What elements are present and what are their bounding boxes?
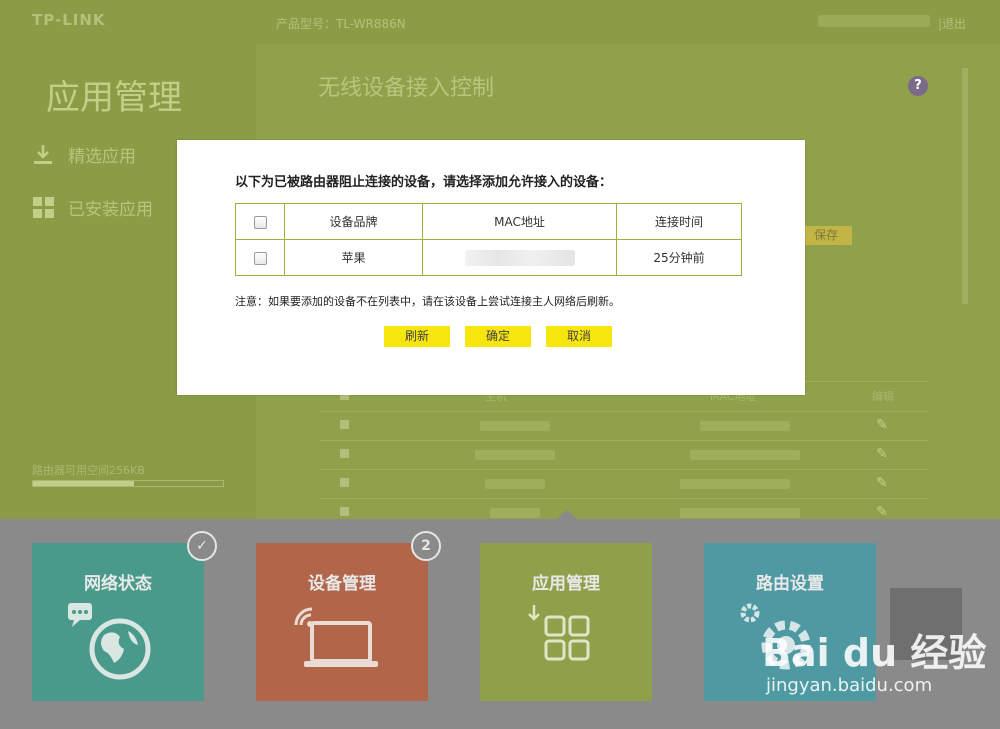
table-row: ✎ [320, 411, 928, 441]
sidebar-item-label: 精选应用 [68, 146, 136, 167]
apps-grid-icon [32, 196, 54, 218]
column-header-connect-time: 连接时间 [616, 203, 742, 240]
tile-app-management[interactable]: 应用管理 [480, 543, 652, 701]
mac-blurred [700, 421, 790, 431]
row-checkbox[interactable] [340, 507, 349, 516]
logout-link[interactable]: |退出 [938, 15, 966, 32]
mac-blurred [464, 249, 575, 266]
sidebar-item-installed-apps[interactable]: 已安装应用 [32, 193, 153, 221]
mac-blurred [680, 508, 800, 518]
table-row: ✎ [320, 440, 928, 470]
table-header-row: 设备品牌 MAC地址 连接时间 [235, 203, 742, 240]
blocked-devices-dialog: 以下为已被路由器阻止连接的设备，请选择添加允许接入的设备： 设备品牌 MAC地址… [177, 140, 805, 395]
storage-label: 路由器可用空间256KB [32, 464, 145, 477]
device-mac [422, 239, 617, 276]
mac-blurred [680, 479, 790, 489]
dialog-title: 以下为已被路由器阻止连接的设备，请选择添加允许接入的设备： [235, 175, 613, 190]
row-checkbox[interactable] [340, 420, 349, 429]
status-ok-badge: ✓ [187, 531, 217, 561]
sidebar-title: 应用管理 [46, 78, 182, 118]
edit-icon[interactable]: ✎ [876, 417, 888, 433]
select-all-cell [235, 203, 285, 240]
sidebar-item-featured-apps[interactable]: 精选应用 [32, 140, 136, 168]
help-icon[interactable]: ? [908, 76, 928, 96]
tile-network-status[interactable]: 网络状态 ✓ [32, 531, 217, 701]
refresh-button[interactable]: 刷新 [384, 326, 450, 347]
host-blurred [490, 508, 540, 518]
host-blurred [480, 421, 550, 431]
storage-bar-fill [33, 481, 134, 486]
device-connect-time: 25分钟前 [616, 239, 742, 276]
column-header-mac: MAC地址 [422, 203, 617, 240]
edit-icon[interactable]: ✎ [876, 446, 888, 462]
storage-bar [32, 480, 224, 487]
device-brand: 苹果 [284, 239, 423, 276]
user-info-blurred [818, 15, 930, 27]
sidebar-item-label: 已安装应用 [68, 199, 153, 220]
row-select-cell [235, 239, 285, 276]
globe-chat-icon [68, 603, 151, 680]
row-checkbox[interactable] [340, 478, 349, 487]
tile-device-management[interactable]: 设备管理 2 [256, 531, 441, 701]
column-header-brand: 设备品牌 [284, 203, 423, 240]
watermark-url: jingyan.baidu.com [766, 675, 933, 696]
page-title: 无线设备接入控制 [318, 76, 495, 101]
allowed-devices-table: 主机 MAC地址 编辑 ✎ ✎ ✎ ✎ [320, 381, 928, 528]
dialog-note: 注意：如果要添加的设备不在列表中，请在该设备上尝试连接主人网络后刷新。 [235, 295, 620, 308]
host-blurred [485, 479, 545, 489]
scrollbar[interactable] [962, 68, 968, 304]
tile-label: 网络状态 [84, 574, 152, 594]
tplink-logo: TP-LINK [32, 11, 106, 29]
watermark-brand: Bai du 经验 [762, 631, 987, 675]
tile-label: 设备管理 [308, 574, 376, 594]
select-all-checkbox[interactable] [253, 215, 267, 229]
logout-label[interactable]: 退出 [942, 17, 966, 31]
confirm-button[interactable]: 确定 [465, 326, 531, 347]
row-checkbox[interactable] [253, 251, 267, 265]
product-model-label: 产品型号：TL-WR886N [276, 17, 406, 31]
apps-download-icon [528, 605, 590, 661]
host-blurred [475, 450, 555, 460]
device-count-badge: 2 [411, 531, 441, 561]
baidu-jingyan-watermark: Bai du 经验 jingyan.baidu.com [762, 622, 986, 696]
table-row[interactable]: 苹果 25分钟前 [235, 239, 742, 276]
laptop-wifi-icon [294, 607, 378, 667]
tile-label: 路由设置 [756, 574, 824, 594]
blocked-devices-table: 设备品牌 MAC地址 连接时间 苹果 25分钟前 [235, 203, 742, 276]
table-row: ✎ [320, 469, 928, 499]
save-button[interactable]: 保存 [800, 226, 852, 245]
edit-icon[interactable]: ✎ [876, 504, 888, 520]
row-checkbox[interactable] [340, 449, 349, 458]
tile-label: 应用管理 [532, 574, 600, 594]
edit-icon[interactable]: ✎ [876, 475, 888, 491]
column-header-edit: 编辑 [872, 390, 894, 403]
mac-blurred [690, 450, 800, 460]
cancel-button[interactable]: 取消 [546, 326, 612, 347]
download-icon [32, 143, 54, 165]
active-tile-pointer [557, 510, 577, 519]
